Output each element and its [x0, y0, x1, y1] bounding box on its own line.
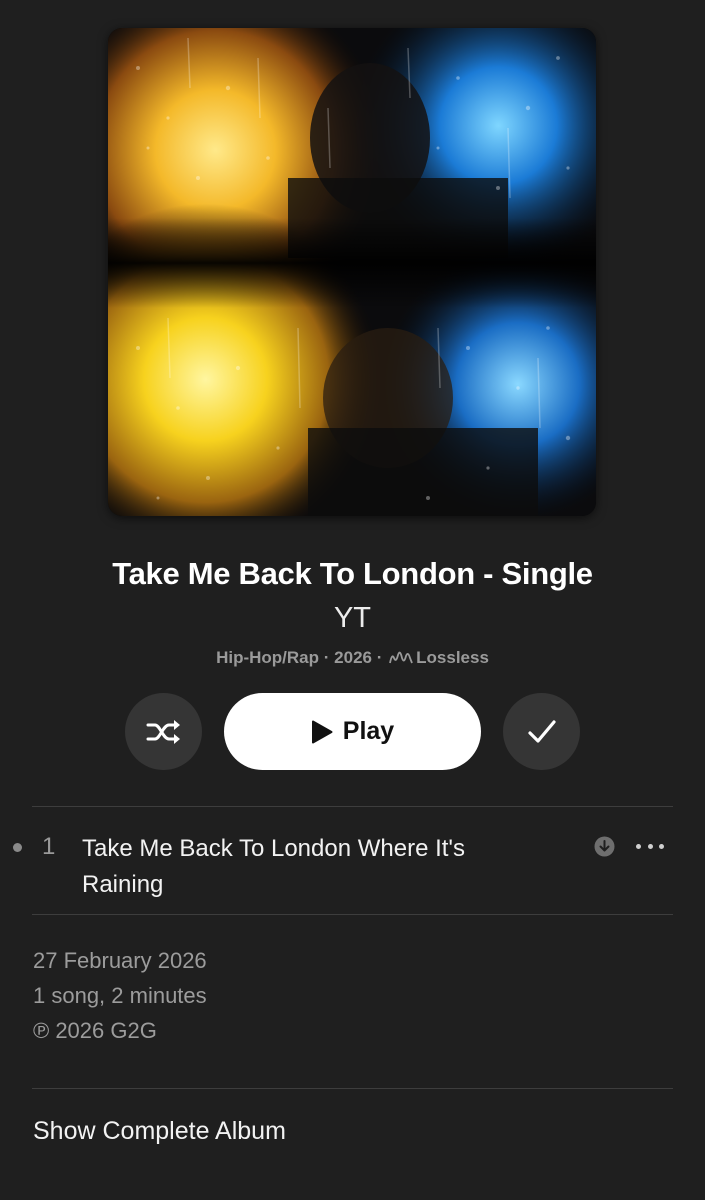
divider — [32, 806, 673, 807]
release-year: 2026 — [334, 648, 372, 667]
release-date: 27 February 2026 — [33, 948, 207, 973]
meta-separator: · — [376, 648, 383, 667]
track-row[interactable]: 1 Take Me Back To London Where It's Rain… — [0, 808, 705, 914]
album-title: Take Me Back To London - Single — [112, 556, 593, 591]
ellipsis-icon[interactable] — [636, 836, 664, 857]
lossless-icon — [389, 650, 413, 670]
play-icon — [311, 720, 333, 744]
release-info: 27 February 2026 1 song, 2 minutes ℗ 202… — [33, 943, 207, 1048]
copyright: ℗ 2026 G2G — [33, 1018, 157, 1043]
shuffle-button[interactable] — [125, 693, 202, 770]
release-summary: 1 song, 2 minutes — [33, 983, 207, 1008]
track-title: Take Me Back To London Where It's Rainin… — [82, 835, 466, 898]
album-meta: Hip-Hop/Rap · 2026 · Lossless — [0, 648, 705, 670]
download-icon[interactable] — [594, 836, 615, 857]
album-artwork — [108, 28, 596, 516]
artist-name[interactable]: YT — [0, 602, 705, 635]
show-complete-album-link[interactable]: Show Complete Album — [33, 1117, 286, 1146]
now-playing-dot — [13, 843, 22, 852]
play-label: Play — [342, 717, 395, 745]
added-to-library-button[interactable] — [503, 693, 580, 770]
quality-label: Lossless — [416, 648, 489, 667]
genre: Hip-Hop/Rap — [216, 648, 320, 667]
shuffle-icon — [146, 718, 182, 746]
checkmark-icon — [527, 719, 557, 745]
play-button[interactable]: Play — [224, 693, 481, 770]
divider — [32, 914, 673, 915]
track-number: 1 — [42, 833, 56, 860]
divider — [32, 1088, 673, 1089]
meta-separator: · — [323, 648, 330, 667]
